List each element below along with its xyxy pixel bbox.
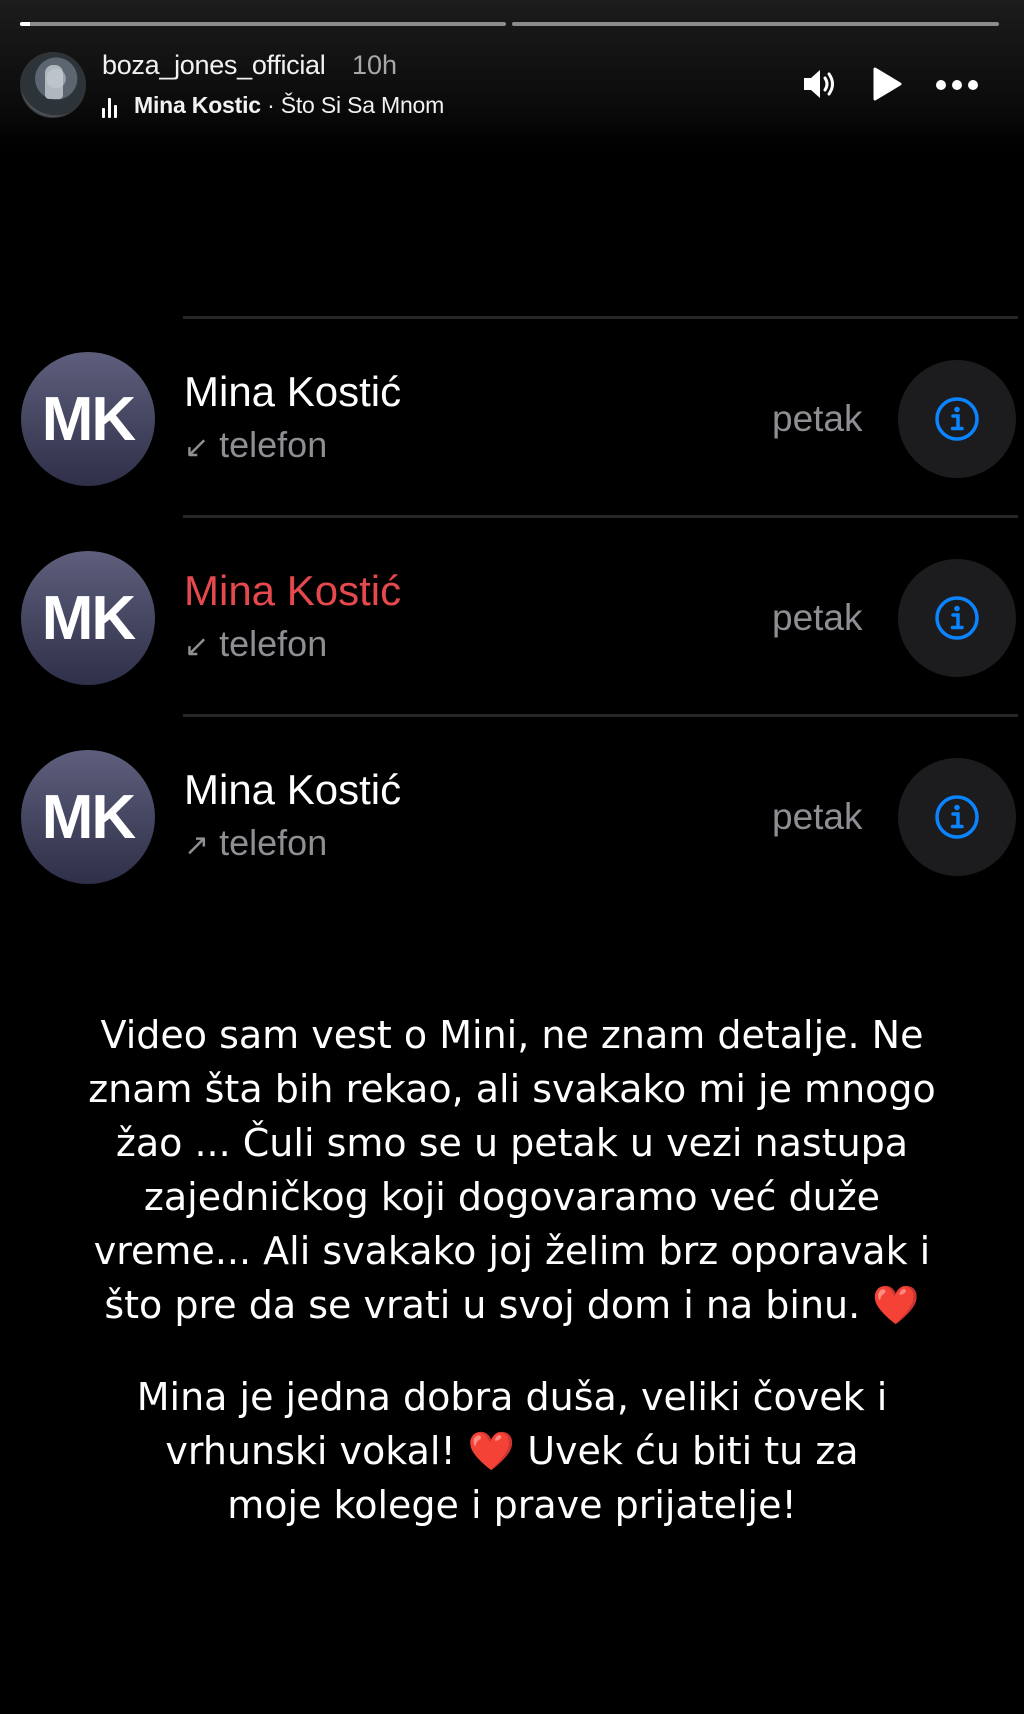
call-type: ↙ telefon xyxy=(184,424,327,466)
story-text-line: Uvek ću biti tu za xyxy=(527,1429,859,1473)
contact-name: Mina Kostić xyxy=(184,368,402,415)
story-text-line: što pre da se vrati u svoj dom i na binu… xyxy=(104,1283,861,1327)
call-day: petak xyxy=(772,398,863,439)
call-day: petak xyxy=(772,796,863,837)
contact-avatar: MK xyxy=(21,352,155,486)
music-song: Što Si Sa Mnom xyxy=(280,92,445,118)
contact-name: Mina Kostić xyxy=(184,766,402,813)
call-divider-top xyxy=(183,316,1018,319)
play-icon xyxy=(873,67,902,101)
music-info[interactable]: Mina Kostic · Što Si Sa Mnom xyxy=(134,92,444,119)
heart-emoji-icon: ❤️ xyxy=(467,1429,516,1473)
heart-emoji-icon: ❤️ xyxy=(872,1283,920,1327)
story-text-line: Video sam vest o Mini, ne znam detalje. … xyxy=(100,1013,924,1057)
contact-avatar: MK xyxy=(21,551,155,685)
info-icon xyxy=(935,397,979,441)
story-text-line: vreme... Ali svakako joj želim brz opora… xyxy=(93,1229,931,1273)
music-separator: · xyxy=(260,92,281,118)
story-text-line: zajedničkog koji dogovaramo već duže xyxy=(143,1175,881,1219)
speaker-icon xyxy=(804,70,834,98)
story-progress-bar-2 xyxy=(512,22,999,26)
music-equalizer-icon xyxy=(102,96,120,118)
call-type: ↗ telefon xyxy=(184,822,327,864)
profile-avatar[interactable] xyxy=(20,52,86,118)
call-info-button[interactable] xyxy=(898,559,1016,677)
call-info-button[interactable] xyxy=(898,360,1016,478)
info-icon xyxy=(935,596,979,640)
avatar-figure xyxy=(45,65,63,99)
username[interactable]: boza_jones_official xyxy=(102,50,326,81)
story-text-line: znam šta bih rekao, ali svakako mi je mn… xyxy=(88,1067,936,1111)
story-text-paragraph-1: Video sam vest o Mini, ne znam detalje. … xyxy=(8,1008,1016,1332)
call-type-label: telefon xyxy=(219,424,328,465)
call-divider xyxy=(183,714,1018,717)
play-button[interactable] xyxy=(866,64,906,104)
call-type-label: telefon xyxy=(219,822,328,863)
call-type-label: telefon xyxy=(219,623,328,664)
call-day: petak xyxy=(772,597,863,638)
call-type: ↙ telefon xyxy=(184,623,327,665)
contact-name-missed: Mina Kostić xyxy=(184,567,402,614)
incoming-call-arrow-icon: ↙ xyxy=(184,630,210,663)
story-text-line: žao ... Čuli smo se u petak u vezi nastu… xyxy=(115,1121,909,1165)
music-artist: Mina Kostic xyxy=(134,92,261,118)
time-ago: 10h xyxy=(352,50,398,80)
call-info-button[interactable] xyxy=(898,758,1016,876)
more-options-button[interactable] xyxy=(935,64,978,104)
story-progress-fill-1 xyxy=(20,22,30,26)
outgoing-call-arrow-icon: ↗ xyxy=(184,829,210,862)
sound-button[interactable] xyxy=(800,64,840,104)
incoming-call-arrow-icon: ↙ xyxy=(184,431,210,464)
call-divider xyxy=(183,515,1018,518)
story-progress-bar-1 xyxy=(20,22,506,26)
info-icon xyxy=(935,795,979,839)
story-text-line: Mina je jedna dobra duša, veliki čovek i xyxy=(136,1375,888,1419)
story-text-line: vrhunski vokal! xyxy=(165,1429,456,1473)
story-text-paragraph-2: Mina je jedna dobra duša, veliki čovek i… xyxy=(8,1370,1016,1532)
contact-avatar: MK xyxy=(21,750,155,884)
story-text-line: moje kolege i prave prijatelje! xyxy=(227,1483,797,1527)
more-dots-icon xyxy=(936,80,978,90)
